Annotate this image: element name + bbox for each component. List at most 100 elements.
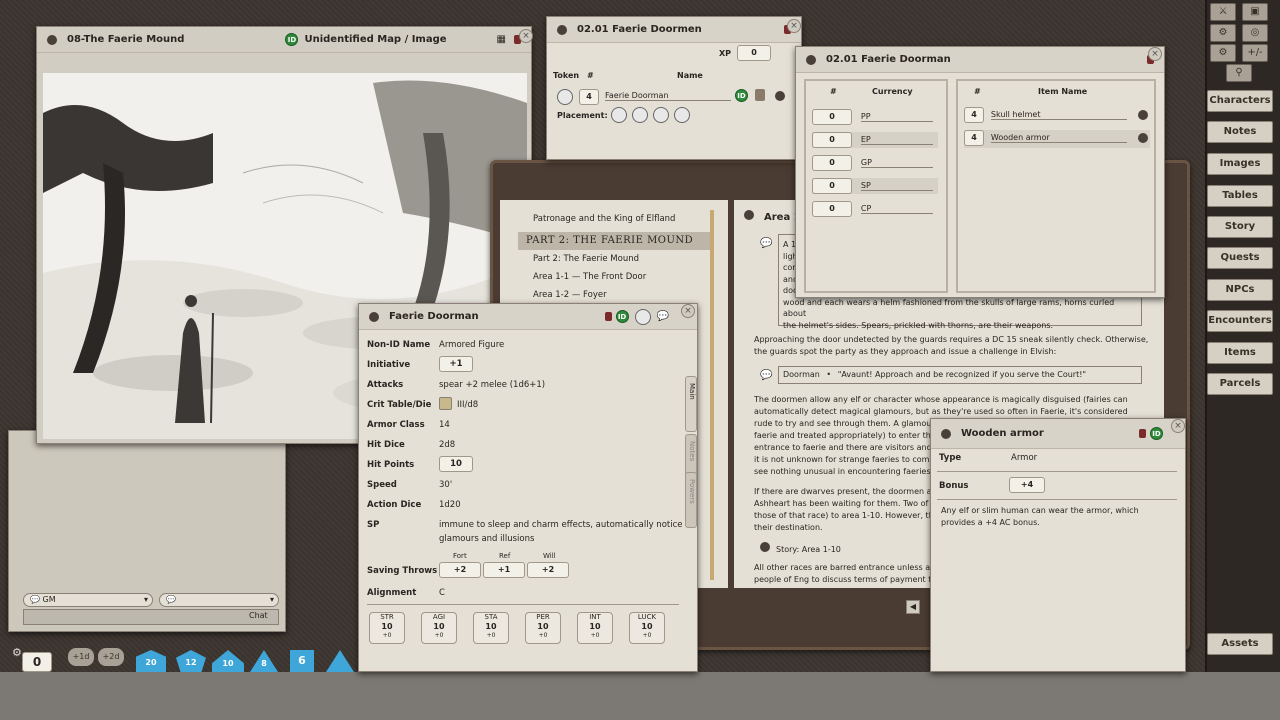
currency-count[interactable]: 0 — [812, 155, 852, 171]
ability-score[interactable]: AGI 10 +0 — [421, 612, 457, 644]
chat-input[interactable] — [23, 609, 279, 625]
item-count[interactable]: 4 — [964, 107, 984, 123]
item-description[interactable]: Any elf or slim human can wear the armor… — [941, 505, 1177, 529]
item-name[interactable]: Skull helmet — [990, 110, 1127, 120]
row-value[interactable]: 2d8 — [439, 440, 455, 450]
npc-name-field[interactable]: Faerie Doorman — [605, 91, 731, 101]
currency-name[interactable]: PP — [860, 112, 933, 122]
sidebar-assets[interactable]: Assets — [1207, 633, 1273, 655]
save-field[interactable]: +1 — [483, 562, 525, 578]
story-index-chapter[interactable]: PART 2: THE FAERIE MOUND — [518, 232, 714, 250]
link-icon[interactable] — [1138, 133, 1148, 143]
lock-icon[interactable] — [1139, 429, 1146, 438]
npc-group-titlebar[interactable]: 02.01 Faerie Doormen — [547, 17, 801, 43]
link-icon[interactable] — [775, 91, 785, 101]
story-index-item[interactable]: Area 1-2 — Foyer — [518, 286, 714, 304]
tool-user-icon[interactable]: ⚲ — [1226, 64, 1252, 82]
currency-count[interactable]: 0 — [812, 109, 852, 125]
id-icon[interactable]: ID — [735, 89, 748, 102]
parcel-close-button[interactable]: × — [1148, 47, 1162, 61]
story-index-item[interactable]: Part 2: The Faerie Mound — [518, 250, 714, 268]
token-icon[interactable] — [557, 89, 573, 105]
ability-score[interactable]: INT 10 +0 — [577, 612, 613, 644]
initiative-field[interactable]: +1 — [439, 356, 473, 372]
row-value[interactable]: 1d20 — [439, 500, 461, 510]
grid-icon[interactable]: ▦ — [497, 34, 506, 45]
placement-token[interactable] — [632, 107, 648, 123]
window-menu-icon[interactable] — [47, 34, 57, 45]
row-value[interactable]: III/d8 — [457, 400, 478, 410]
currency-count[interactable]: 0 — [812, 178, 852, 194]
placement-token[interactable] — [611, 107, 627, 123]
currency-name[interactable]: SP — [860, 181, 933, 191]
currency-name[interactable]: EP — [860, 135, 933, 145]
page-back-button[interactable]: ◀ — [906, 600, 920, 614]
sidebar-tables[interactable]: Tables — [1207, 185, 1273, 207]
story-index-scrollbar[interactable] — [710, 210, 714, 580]
currency-name[interactable]: GP — [860, 158, 933, 168]
modifier-gear-icon[interactable]: ⚙ — [12, 646, 22, 659]
placement-token[interactable] — [653, 107, 669, 123]
tool-plus-minus-icon[interactable]: +/- — [1242, 44, 1268, 62]
sidebar-items[interactable]: Items — [1207, 342, 1273, 364]
map-titlebar[interactable]: 08-The Faerie Mound ID Unidentified Map … — [37, 27, 531, 53]
plus-one-die-button[interactable]: +1d — [68, 648, 94, 666]
tool-modifiers-icon[interactable]: ◎ — [1242, 24, 1268, 42]
id-icon[interactable]: ID — [615, 310, 629, 323]
sidebar-notes[interactable]: Notes — [1207, 121, 1273, 143]
map-close-button[interactable]: × — [519, 29, 533, 43]
story-index-item[interactable]: Patronage and the King of Elfland — [518, 214, 714, 232]
speech-icon[interactable]: 💬 — [760, 238, 772, 249]
chat-target-select[interactable]: 💬 ▾ — [159, 593, 279, 607]
window-menu-icon[interactable] — [806, 54, 816, 65]
sidebar-npcs[interactable]: NPCs — [1207, 279, 1273, 301]
sidebar-characters[interactable]: Characters — [1207, 90, 1273, 112]
tool-image-icon[interactable]: ▣ — [1242, 3, 1268, 21]
tool-options-icon[interactable]: ⚙ — [1210, 44, 1236, 62]
tab-powers[interactable]: Powers — [685, 472, 697, 528]
chat-bubble-icon[interactable]: 💬 — [657, 311, 669, 322]
window-menu-icon[interactable] — [744, 210, 754, 220]
id-icon[interactable]: ID — [1150, 427, 1163, 440]
plus-two-die-button[interactable]: +2d — [98, 648, 124, 666]
sidebar-parcels[interactable]: Parcels — [1207, 373, 1273, 395]
chat-identity-select[interactable]: 💬 GM ▾ — [23, 593, 153, 607]
token-icon[interactable] — [634, 308, 651, 325]
hit-points-field[interactable]: 10 — [439, 456, 473, 472]
placement-token[interactable] — [674, 107, 690, 123]
d6-die[interactable]: 6 — [290, 650, 314, 672]
npc-count-field[interactable]: 4 — [579, 89, 599, 105]
currency-name[interactable]: CP — [860, 204, 933, 214]
row-value[interactable]: Armored Figure — [439, 340, 504, 350]
xp-field[interactable]: 0 — [737, 45, 771, 61]
row-value[interactable]: spear +2 melee (1d6+1) — [439, 380, 545, 390]
ability-score[interactable]: LUCK 10 +0 — [629, 612, 665, 644]
row-value[interactable]: immune to sleep and charm effects, autom… — [439, 520, 683, 530]
item-titlebar[interactable]: Wooden armor ID — [931, 419, 1185, 449]
ability-score[interactable]: PER 10 +0 — [525, 612, 561, 644]
window-menu-icon[interactable] — [557, 24, 567, 35]
item-name[interactable]: Wooden armor — [990, 133, 1127, 143]
story-link[interactable]: Story: Area 1-10 — [760, 542, 841, 554]
item-close-button[interactable]: × — [1171, 419, 1185, 433]
faction-icon[interactable] — [755, 89, 765, 101]
tool-combat-icon[interactable]: ⚔ — [1210, 3, 1236, 21]
sidebar-encounters[interactable]: Encounters — [1207, 310, 1273, 332]
tool-settings-icon[interactable]: ⚙ — [1210, 24, 1236, 42]
link-icon[interactable] — [1138, 110, 1148, 120]
alignment-value[interactable]: C — [439, 588, 445, 598]
ability-score[interactable]: STA 10 +0 — [473, 612, 509, 644]
row-value[interactable]: 14 — [439, 420, 450, 430]
parcel-titlebar[interactable]: 02.01 Faerie Doorman — [796, 47, 1164, 73]
row-value[interactable]: glamours and illusions — [439, 534, 534, 544]
save-field[interactable]: +2 — [439, 562, 481, 578]
window-menu-icon[interactable] — [369, 311, 379, 322]
item-bonus-field[interactable]: +4 — [1009, 477, 1045, 493]
id-icon[interactable]: ID — [285, 33, 299, 46]
story-index-item[interactable]: Area 1-1 — The Front Door — [518, 268, 714, 286]
sidebar-story[interactable]: Story — [1207, 216, 1273, 238]
chat-send-button[interactable]: Chat — [249, 611, 268, 620]
sidebar-images[interactable]: Images — [1207, 153, 1273, 175]
row-value[interactable]: 30' — [439, 480, 452, 490]
item-count[interactable]: 4 — [964, 130, 984, 146]
